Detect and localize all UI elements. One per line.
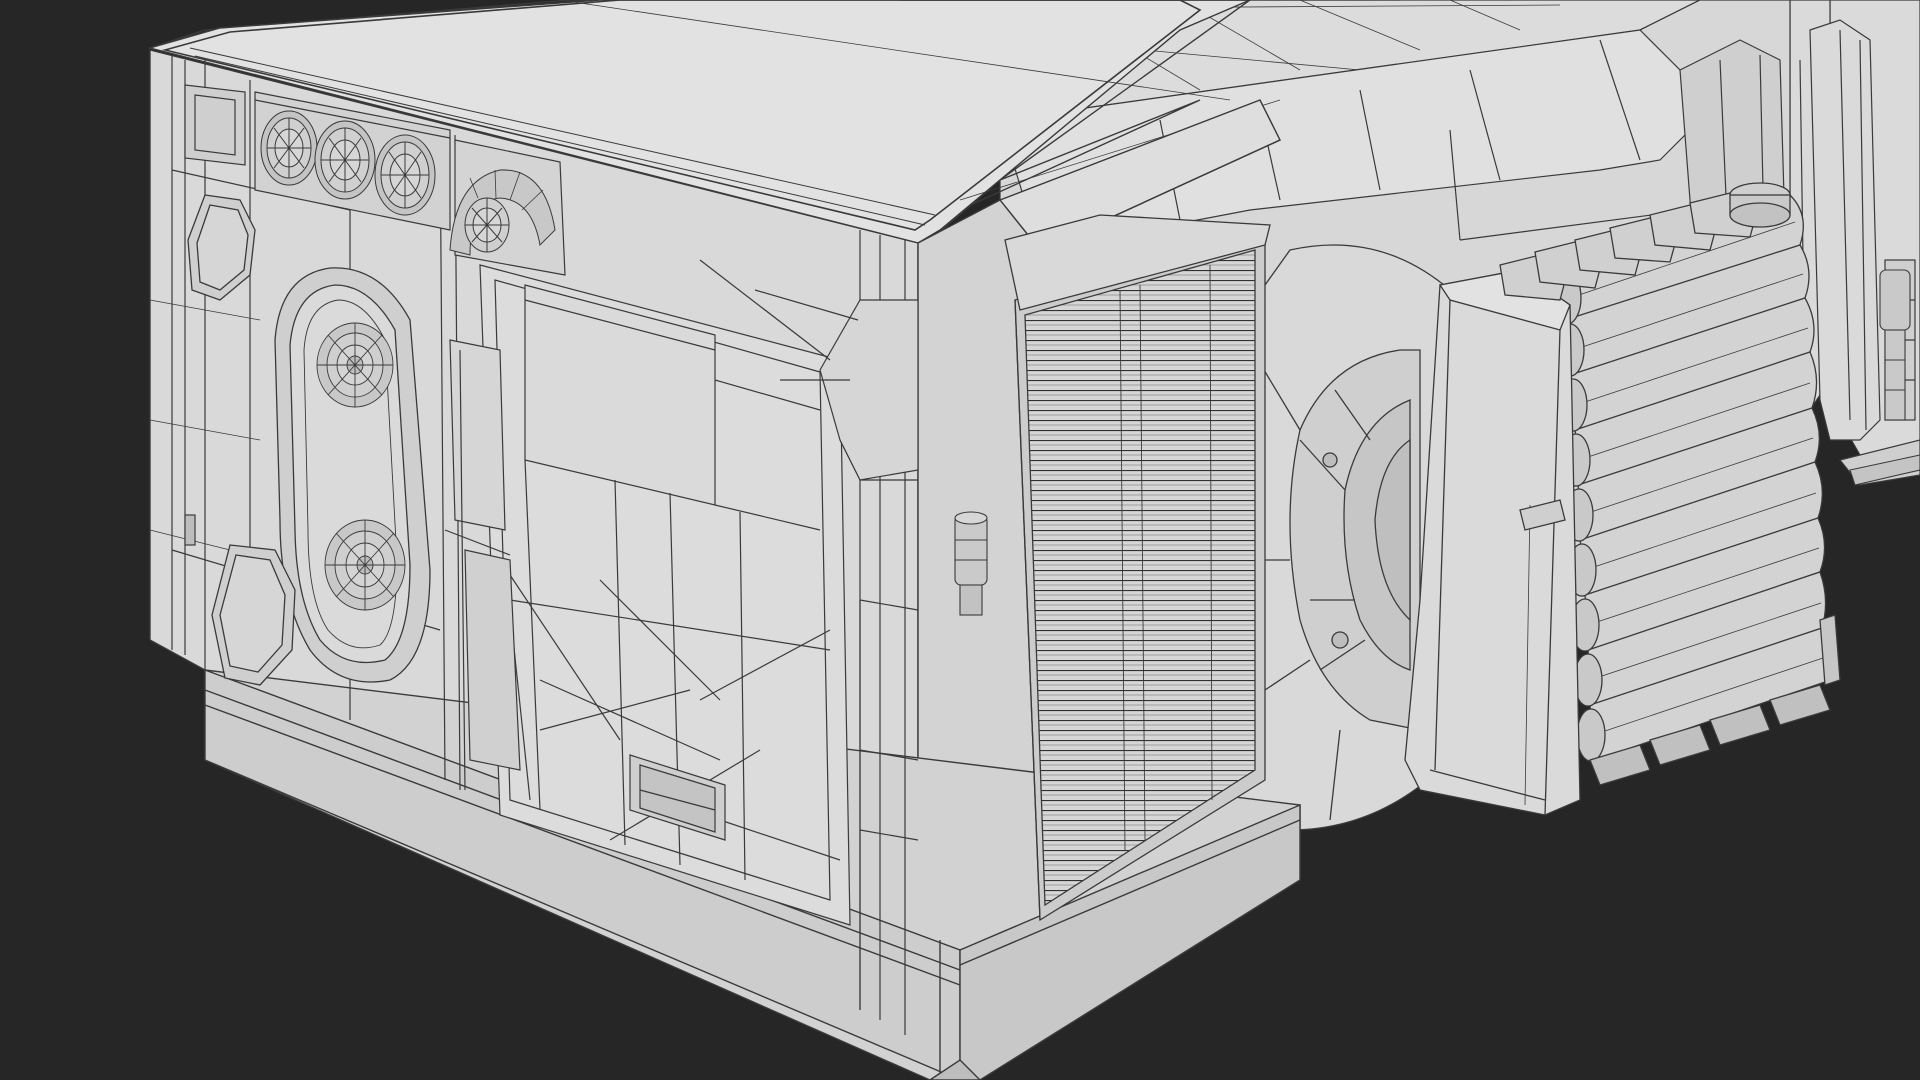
vent-oval-assembly bbox=[274, 267, 431, 683]
wireframe-render bbox=[0, 0, 1920, 1080]
fan-upper bbox=[316, 322, 394, 408]
3d-viewport[interactable] bbox=[0, 0, 1920, 1080]
gauge-3 bbox=[374, 134, 436, 216]
side-knob bbox=[954, 511, 988, 616]
gauge-1 bbox=[260, 110, 318, 186]
gauge-2 bbox=[314, 120, 376, 200]
fan-lower bbox=[324, 519, 406, 611]
